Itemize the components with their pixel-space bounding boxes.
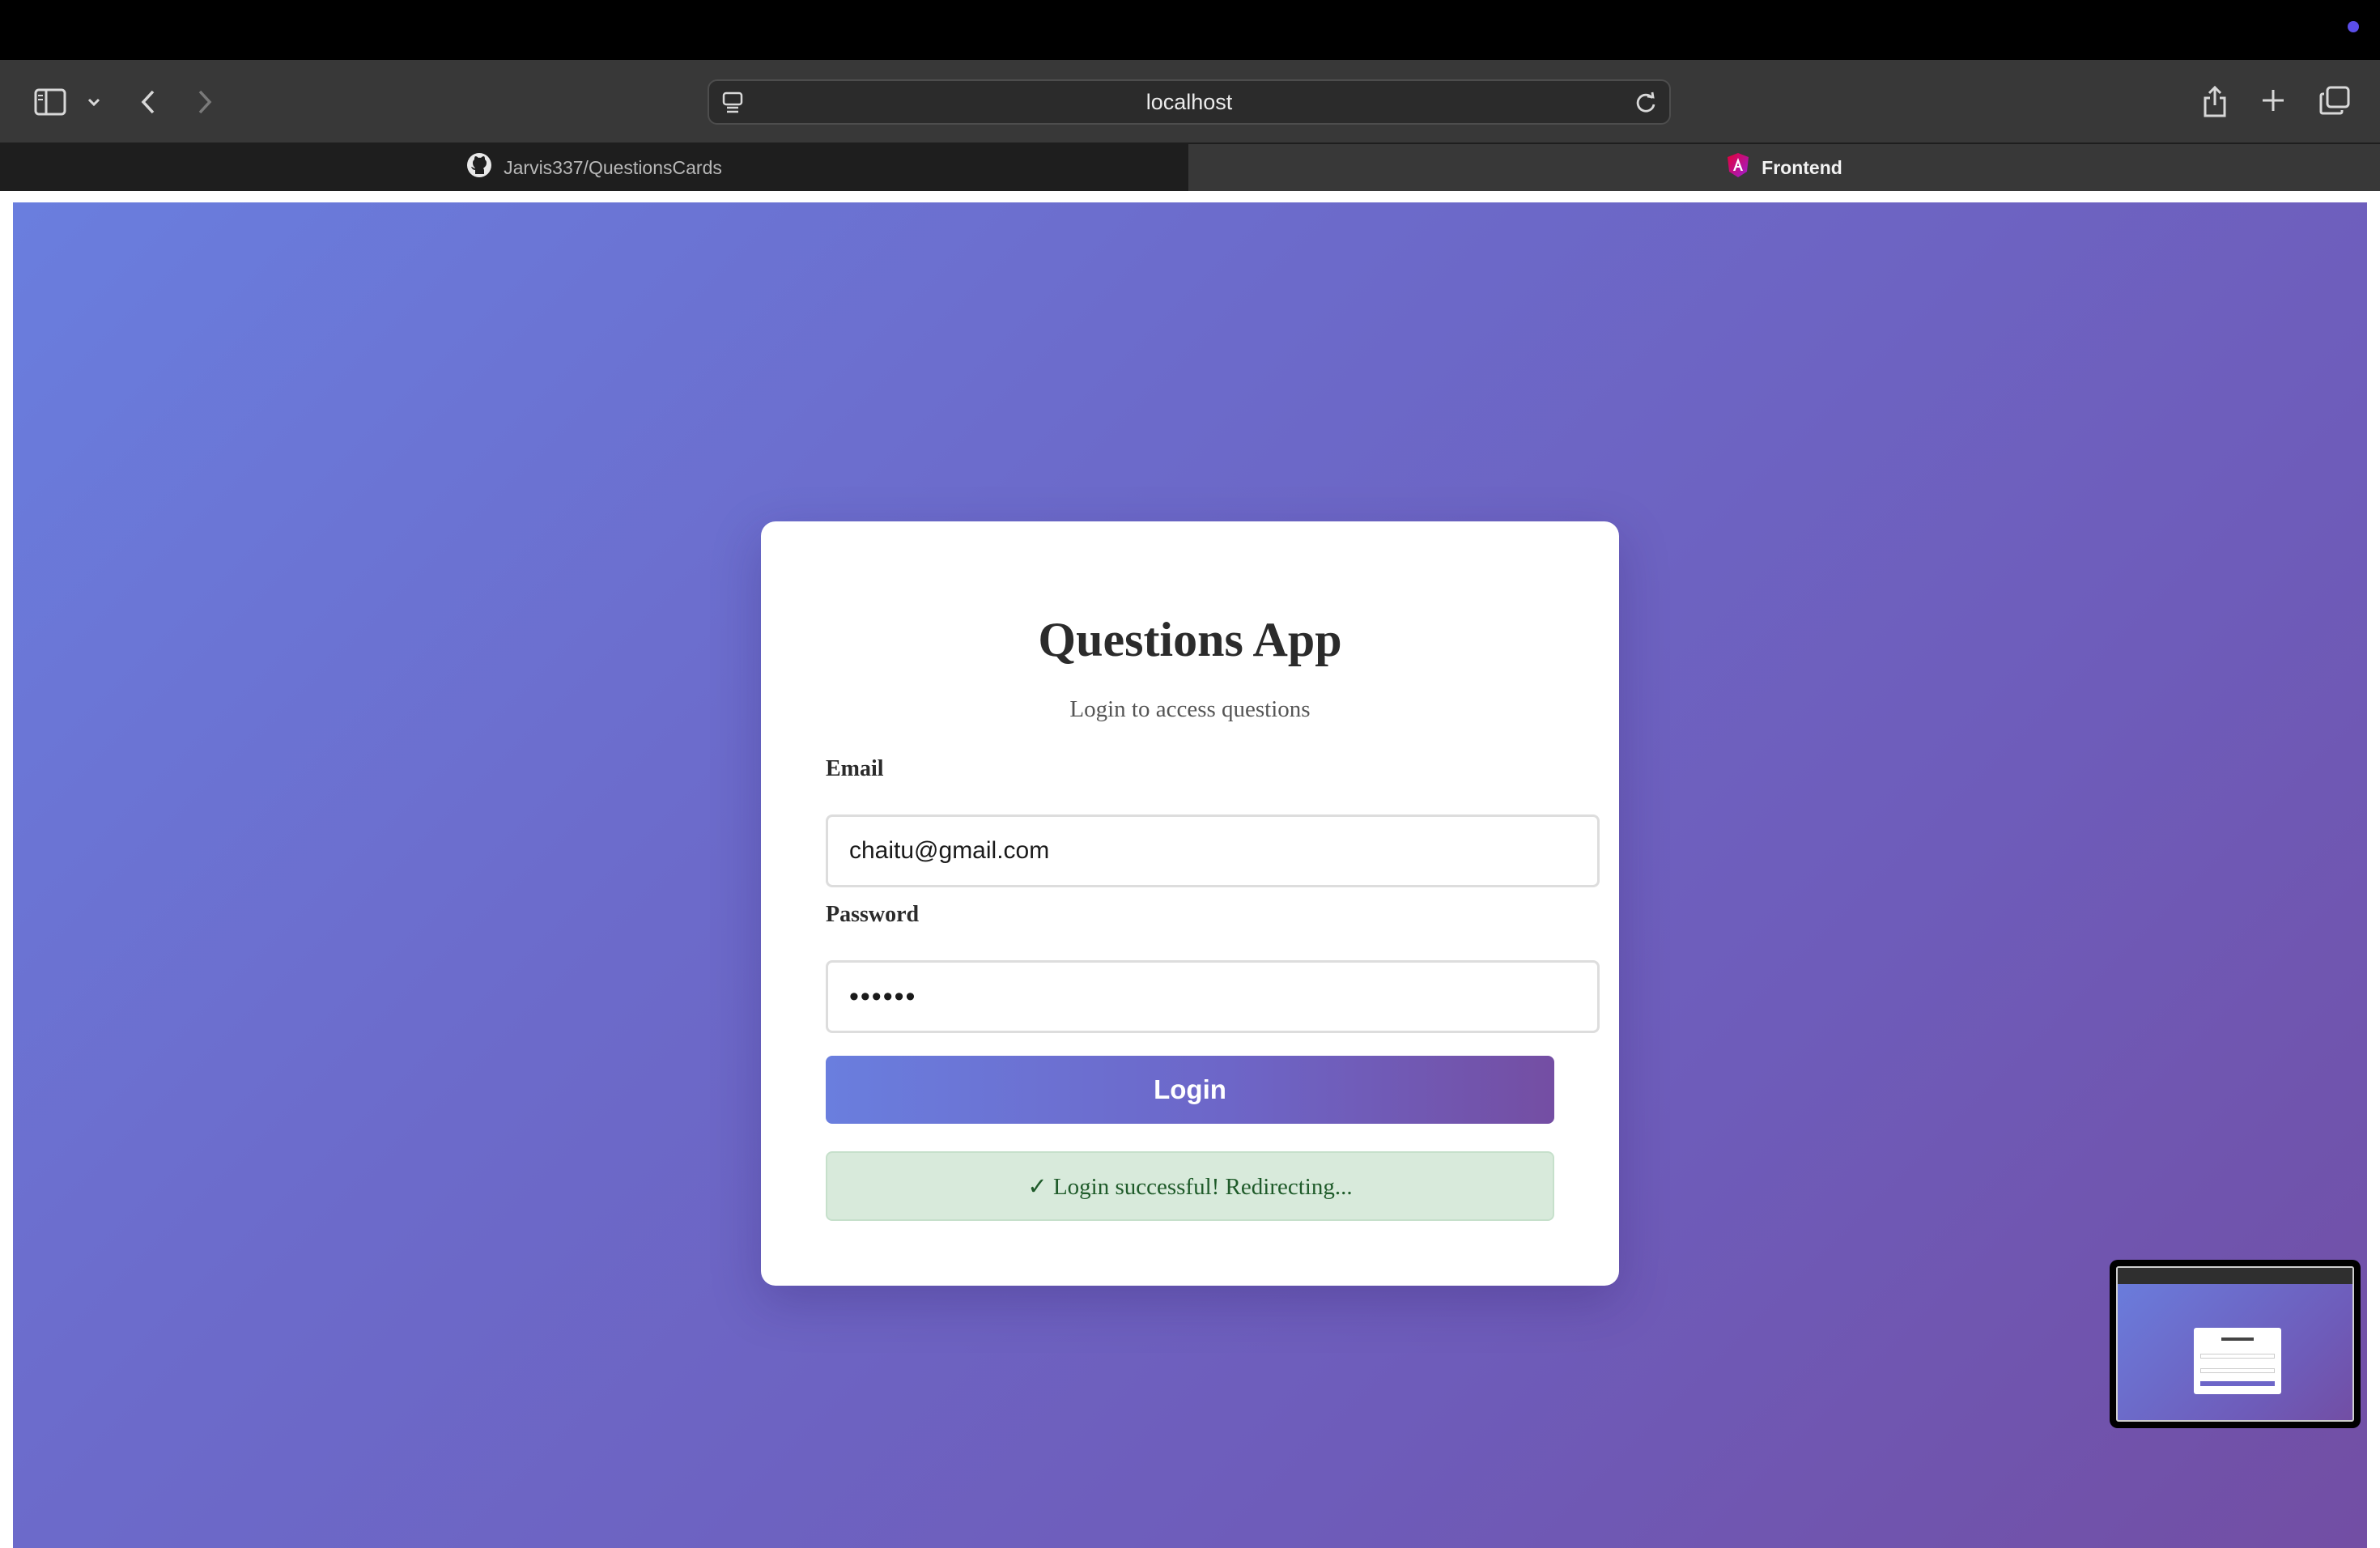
thumbnail-title bbox=[2221, 1337, 2254, 1341]
share-icon[interactable] bbox=[2199, 83, 2231, 120]
reload-icon[interactable] bbox=[1634, 91, 1658, 115]
status-dot-icon bbox=[2348, 21, 2359, 32]
thumbnail-field bbox=[2200, 1354, 2275, 1359]
sidebar-toggle-icon[interactable] bbox=[31, 84, 70, 120]
page-subtitle: Login to access questions bbox=[1069, 696, 1311, 722]
tab-overview-icon[interactable] bbox=[2317, 83, 2352, 118]
chevron-down-icon[interactable] bbox=[84, 92, 104, 112]
login-button[interactable]: Login bbox=[826, 1056, 1554, 1124]
url-text: localhost bbox=[1145, 89, 1233, 114]
tab-github[interactable]: Jarvis337/QuestionsCards bbox=[0, 144, 1188, 191]
browser-toolbar: localhost bbox=[0, 60, 2380, 144]
tab-bar: Jarvis337/QuestionsCards Frontend bbox=[0, 144, 2380, 191]
thumbnail-preview bbox=[2116, 1266, 2354, 1422]
login-card: Questions App Login to access questions … bbox=[761, 521, 1619, 1286]
page-content: Questions App Login to access questions … bbox=[0, 191, 2380, 1548]
thumbnail-button bbox=[2200, 1381, 2275, 1386]
angular-icon bbox=[1726, 152, 1750, 183]
address-bar[interactable]: localhost bbox=[708, 79, 1671, 125]
thumbnail-card bbox=[2194, 1328, 2281, 1394]
password-field[interactable]: •••••• bbox=[826, 960, 1600, 1033]
login-page-background: Questions App Login to access questions … bbox=[13, 202, 2367, 1548]
tab-label: Jarvis337/QuestionsCards bbox=[504, 156, 722, 178]
forward-icon[interactable] bbox=[193, 86, 217, 118]
thumbnail-field bbox=[2200, 1368, 2275, 1373]
screenshot-thumbnail[interactable] bbox=[2110, 1260, 2361, 1428]
system-menu-bar bbox=[0, 0, 2380, 60]
back-icon[interactable] bbox=[136, 86, 160, 118]
page-title: Questions App bbox=[1038, 613, 1342, 666]
new-tab-icon[interactable] bbox=[2257, 84, 2289, 117]
email-field[interactable]: chaitu@gmail.com bbox=[826, 814, 1600, 887]
success-message: ✓ Login successful! Redirecting... bbox=[826, 1151, 1554, 1221]
email-label: Email bbox=[826, 756, 884, 781]
tab-label: Frontend bbox=[1762, 156, 1842, 178]
github-icon bbox=[466, 152, 492, 183]
password-label: Password bbox=[826, 902, 920, 927]
thumbnail-chrome bbox=[2118, 1268, 2352, 1284]
tab-frontend[interactable]: Frontend bbox=[1188, 144, 2380, 191]
